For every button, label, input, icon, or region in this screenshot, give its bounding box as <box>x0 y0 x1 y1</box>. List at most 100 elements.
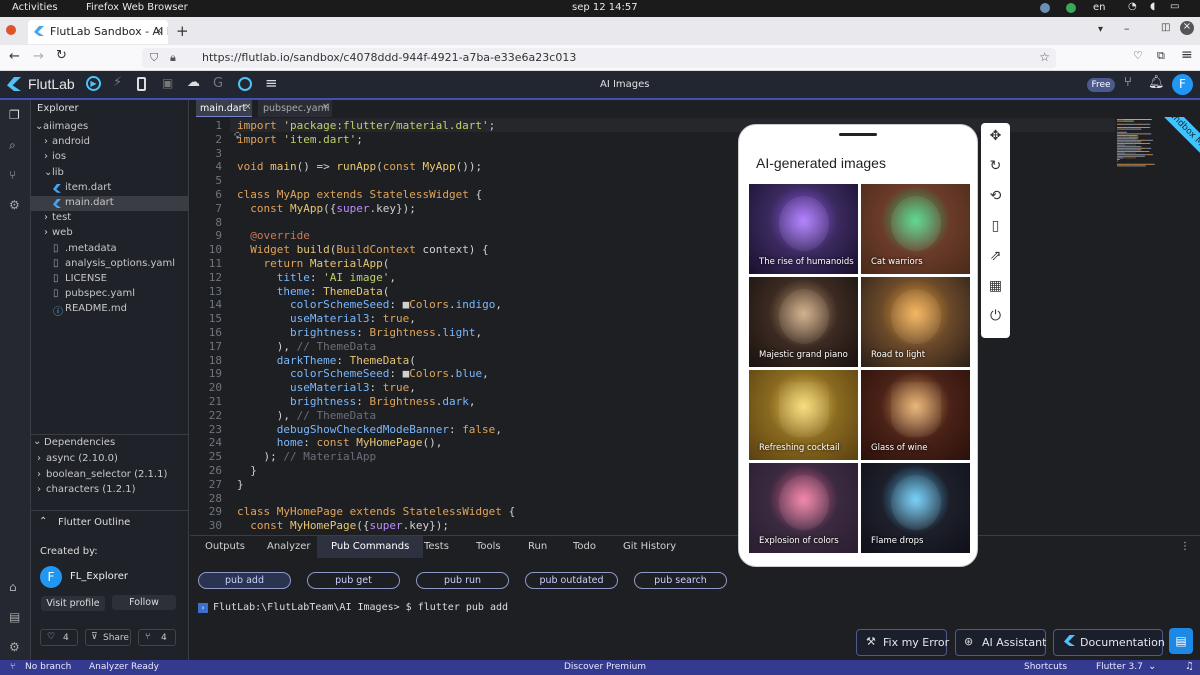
dependency-item[interactable]: › boolean_selector (2.1.1) <box>31 469 189 484</box>
share-button[interactable]: ⊽ Share <box>85 629 131 646</box>
reload-icon[interactable]: ↻ <box>56 48 67 63</box>
code-line[interactable]: brightness: Brightness.dark, <box>237 395 475 408</box>
pub-command-button[interactable]: pub get <box>307 572 400 589</box>
files-icon[interactable]: ❐ <box>9 108 20 122</box>
firefox-icon[interactable] <box>6 25 16 35</box>
code-line[interactable]: class MyApp extends StatelessWidget { <box>237 188 482 201</box>
device-preview-icon[interactable] <box>137 77 146 91</box>
visit-profile-button[interactable]: Visit profile <box>41 596 105 611</box>
flutter-version-dropdown-icon[interactable]: ⌄ <box>1148 661 1156 672</box>
tab-list-icon[interactable]: ▾ <box>1098 24 1103 35</box>
shortcuts-link[interactable]: Shortcuts <box>1024 662 1067 672</box>
code-line[interactable]: colorSchemeSeed: ■Colors.indigo, <box>237 298 502 311</box>
code-line[interactable]: const MyHomePage({super.key}); <box>237 519 449 532</box>
close-tab-icon[interactable]: × <box>244 102 252 112</box>
code-line[interactable]: ); // MaterialApp <box>237 450 376 463</box>
extensions-icon[interactable]: ⧉ <box>1157 49 1165 63</box>
power-icon[interactable]: ⏻ <box>987 308 1004 325</box>
image-card[interactable]: The rise of humanoids <box>749 184 858 274</box>
tree-item[interactable]: ▯ pubspec.yaml <box>31 287 189 302</box>
move-icon[interactable]: ✥ <box>987 128 1004 145</box>
more-options-icon[interactable]: ⋮ <box>1180 541 1190 552</box>
close-tab-icon[interactable]: × <box>322 102 330 112</box>
image-card[interactable]: Cat warriors <box>861 184 970 274</box>
pub-command-button[interactable]: pub outdated <box>525 572 618 589</box>
battery-icon[interactable]: ▭ <box>1170 1 1179 12</box>
image-card[interactable]: Glass of wine <box>861 370 970 460</box>
clock[interactable]: sep 12 14:57 <box>572 2 638 13</box>
code-line[interactable]: theme: ThemeData( <box>237 285 390 298</box>
bookmark-star-icon[interactable]: ☆ <box>1039 50 1050 64</box>
collapse-icon[interactable]: ⌃ <box>39 516 47 527</box>
tree-item[interactable]: ▯ .metadata <box>31 242 189 257</box>
browser-tab[interactable]: FlutLab Sandbox - AI Ima × <box>28 20 168 44</box>
screen-rotation-icon[interactable]: ⟲ <box>987 188 1004 205</box>
dependency-item[interactable]: › async (2.10.0) <box>31 453 189 468</box>
editor-tab-main[interactable]: main.dart × <box>196 100 252 117</box>
image-card[interactable]: Explosion of colors <box>749 463 858 553</box>
code-line[interactable]: useMaterial3: true, <box>237 381 416 394</box>
pub-command-button[interactable]: pub add <box>198 572 291 589</box>
bottom-tab[interactable]: Analyzer <box>267 541 311 552</box>
image-card[interactable]: Flame drops <box>861 463 970 553</box>
search-icon[interactable]: ⌕ <box>9 138 16 153</box>
code-line[interactable]: ), // ThemeData <box>237 340 376 353</box>
user-avatar[interactable]: F <box>1172 74 1193 95</box>
tree-item[interactable]: › web <box>31 226 189 241</box>
restore-icon[interactable]: ◫ <box>1161 22 1170 33</box>
account-icon[interactable]: ⌂ <box>9 580 17 594</box>
source-control-icon[interactable]: ⑂ <box>9 168 16 182</box>
code-line[interactable]: import 'item.dart'; <box>237 133 363 146</box>
active-app-label[interactable]: Firefox Web Browser <box>86 2 188 13</box>
save-icon[interactable]: ▣ <box>162 76 173 90</box>
plan-badge[interactable]: Free <box>1087 78 1115 92</box>
bottom-tab[interactable]: Todo <box>573 541 596 552</box>
chat-icon[interactable]: ▤ <box>1169 628 1193 654</box>
fix-my-error-button[interactable]: ⚒ Fix my Error <box>856 629 949 656</box>
lock-icon[interactable]: 🔒︎ <box>170 51 176 65</box>
image-card[interactable]: Road to light <box>861 277 970 367</box>
documentation-button[interactable]: Documentation <box>1053 629 1165 656</box>
cloud-upload-icon[interactable]: ☁ <box>187 75 200 90</box>
tree-item[interactable]: › ios <box>31 150 189 165</box>
branch-status[interactable]: No branch <box>25 662 71 672</box>
notification-icon[interactable]: ♫ <box>1185 661 1194 672</box>
analyzer-status[interactable]: Analyzer Ready <box>89 662 159 672</box>
discover-premium-link[interactable]: Discover Premium <box>564 662 646 672</box>
image-card[interactable]: Majestic grand piano <box>749 277 858 367</box>
tree-item[interactable]: ▯ LICENSE <box>31 272 189 287</box>
dependencies-title[interactable]: Dependencies <box>44 437 115 448</box>
google-icon[interactable]: G <box>213 76 223 91</box>
activities-button[interactable]: Activities <box>12 2 58 13</box>
shield-icon[interactable]: ⛉ <box>150 51 158 65</box>
code-line[interactable]: debugShowCheckedModeBanner: false, <box>237 423 502 436</box>
bottom-tab[interactable]: Run <box>528 541 547 552</box>
hamburger-menu-icon[interactable]: ≡ <box>265 74 278 92</box>
image-card[interactable]: Refreshing cocktail <box>749 370 858 460</box>
logo-text[interactable]: FlutLab <box>28 76 75 92</box>
hot-reload-icon[interactable]: ⚡ <box>113 75 122 90</box>
gear-icon[interactable]: ⚙ <box>9 640 20 654</box>
chevron-down-icon[interactable]: ⌄ <box>33 436 41 447</box>
flutter-version[interactable]: Flutter 3.7 <box>1096 662 1143 672</box>
open-external-icon[interactable]: ⇗ <box>987 248 1004 265</box>
dependency-item[interactable]: › characters (1.2.1) <box>31 484 189 499</box>
code-line[interactable]: class MyHomePage extends StatelessWidget… <box>237 505 515 518</box>
code-line[interactable]: return MaterialApp( <box>237 257 390 270</box>
code-line[interactable]: darkTheme: ThemeData( <box>237 354 416 367</box>
bottom-tab[interactable]: Tools <box>476 541 501 552</box>
code-line[interactable]: Widget build(BuildContext context) { <box>237 243 488 256</box>
code-line[interactable]: ), // ThemeData <box>237 409 376 422</box>
editor-tab-pubspec[interactable]: pubspec.yaml × <box>258 100 332 117</box>
code-line[interactable]: title: 'AI image', <box>237 271 396 284</box>
shield-tray-icon[interactable] <box>1066 3 1076 13</box>
terminal-output[interactable]: FlutLab:\FlutLabTeam\AI Images> $ flutte… <box>213 602 508 613</box>
code-line[interactable]: @override <box>237 229 310 242</box>
code-line[interactable]: import 'package:flutter/material.dart'; <box>237 119 495 132</box>
run-icon[interactable]: ▶ <box>86 76 101 91</box>
tree-item[interactable]: main.dart <box>31 196 189 211</box>
device-icon[interactable]: ▯ <box>987 218 1004 235</box>
code-line[interactable]: brightness: Brightness.light, <box>237 326 482 339</box>
creator-avatar[interactable]: F <box>40 566 62 588</box>
tree-item[interactable]: ⌄ lib <box>31 166 189 181</box>
